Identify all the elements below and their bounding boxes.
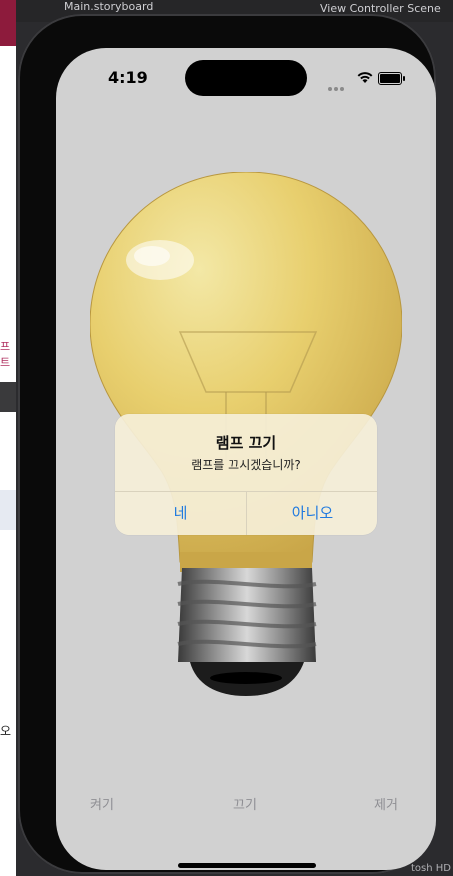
iphone-simulator-frame: 4:19 램프 끄기 램프를 끄시겠습니까? 네 아니오 켜기 끄기 제거 [18,14,436,874]
sidebar-accent [0,0,16,46]
turn-off-button[interactable]: 끄기 [233,794,257,813]
app-screen: 4:19 램프 끄기 램프를 끄시겠습니까? 네 아니오 켜기 끄기 제거 [56,48,436,870]
confirm-button[interactable]: 네 [115,492,246,535]
xcode-sidebar: 프 트 오 [0,0,16,876]
status-icons [328,70,408,91]
remove-button[interactable]: 제거 [374,794,398,813]
alert-message: 램프를 끄시겠습니까? [191,458,301,472]
dynamic-island [185,60,307,96]
sidebar-divider [0,382,16,412]
alert-title: 램프 끄기 [215,434,277,452]
status-time: 4:19 [108,68,148,87]
wifi-icon [357,72,373,83]
turn-on-button[interactable]: 켜기 [90,794,114,813]
alert-dialog: 램프 끄기 램프를 끄시겠습니까? 네 아니오 [115,414,377,535]
sidebar-fragment-2: 오 [0,724,12,738]
storyboard-breadcrumb[interactable]: Main.storyboard [64,0,153,13]
battery-icon [378,72,405,85]
sidebar-selection [0,490,16,530]
cellular-dots-icon [328,76,348,91]
device-label: tosh HD [411,863,451,874]
sidebar-fragment: 프 트 [0,340,11,369]
home-indicator[interactable] [178,863,316,868]
cancel-button[interactable]: 아니오 [247,492,377,535]
